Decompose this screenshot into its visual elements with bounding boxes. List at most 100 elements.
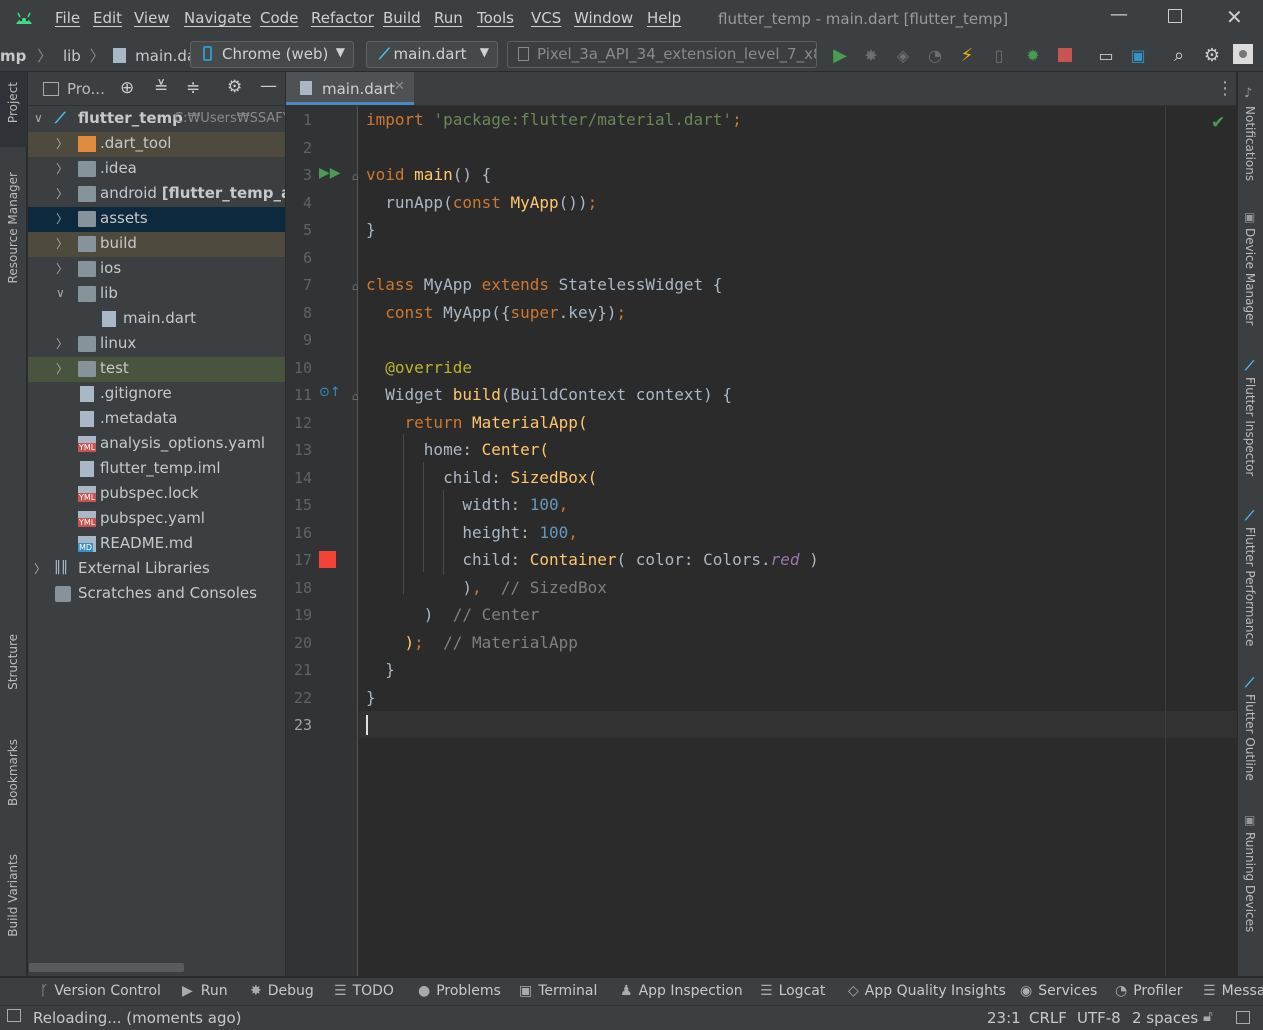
tab-logcat[interactable]: ☰ Logcat xyxy=(760,983,825,999)
tree-item-iml[interactable]: flutter_temp.iml xyxy=(28,457,285,482)
device-selector[interactable]: Chrome (web) ▼ xyxy=(190,41,354,68)
flutter-outline-tab[interactable]: Flutter Outline xyxy=(1243,694,1257,781)
tab-app-inspection[interactable]: ♟ App Inspection xyxy=(620,983,743,999)
bookmarks-tab[interactable]: Bookmarks xyxy=(6,739,20,806)
resource-manager-tab[interactable]: Resource Manager xyxy=(6,172,20,283)
tree-item-build[interactable]: 〉 build xyxy=(28,232,285,257)
hide-panel-icon[interactable]: — xyxy=(260,76,277,96)
build-variants-tab[interactable]: Build Variants xyxy=(6,854,20,937)
menu-window[interactable]: Window xyxy=(574,9,633,27)
close-tab-icon[interactable]: ✕ xyxy=(394,79,405,94)
tree-item-idea[interactable]: 〉 .idea xyxy=(28,157,285,182)
gear-icon[interactable]: ⚙ xyxy=(1201,44,1223,66)
flutter-performance-tab[interactable]: Flutter Performance xyxy=(1243,527,1257,646)
lock-icon[interactable]: 🔓︎ xyxy=(1203,1007,1213,1025)
menu-help[interactable]: Help xyxy=(647,9,681,27)
indent-setting[interactable]: 2 spaces xyxy=(1132,1009,1198,1027)
notifications-tab[interactable]: Notifications xyxy=(1243,106,1257,181)
tree-item-android[interactable]: 〉 android [flutter_temp_andr xyxy=(28,182,285,207)
apply-changes-icon[interactable]: ▯ xyxy=(988,44,1010,66)
panel-toggle-icon[interactable] xyxy=(7,1009,21,1022)
tree-item-metadata[interactable]: .metadata xyxy=(28,407,285,432)
tree-item-dart-tool[interactable]: 〉 .dart_tool xyxy=(28,132,285,157)
project-tool-tab[interactable]: Project xyxy=(0,72,27,147)
device-manager-tab[interactable]: Device Manager xyxy=(1243,228,1257,325)
tab-todo[interactable]: ☰ TODO xyxy=(334,983,394,999)
tree-item-test[interactable]: 〉 test xyxy=(28,357,285,382)
attach-debugger-icon[interactable]: ✹ xyxy=(1022,44,1044,66)
menu-code[interactable]: Code xyxy=(260,9,298,27)
account-avatar[interactable] xyxy=(1233,44,1253,64)
debug-icon[interactable]: ✸ xyxy=(860,44,882,66)
tree-item-lib[interactable]: ∨ lib xyxy=(28,282,285,307)
run-config-selector[interactable]: ⟋ main.dart ▼ xyxy=(366,41,498,68)
breadcrumb-project[interactable]: mp xyxy=(0,47,26,65)
tab-version-control[interactable]: ᚴ Version Control xyxy=(40,983,161,999)
tree-item-external-libraries[interactable]: 〉 ‖‖ External Libraries xyxy=(28,557,285,582)
more-options-icon[interactable]: ⋮ xyxy=(1216,78,1234,99)
run-icon[interactable]: ▶ xyxy=(829,44,851,66)
tree-item-analysis-options[interactable]: YML analysis_options.yaml xyxy=(28,432,285,457)
file-encoding[interactable]: UTF-8 xyxy=(1077,1009,1121,1027)
hot-reload-icon[interactable]: ⚡ xyxy=(956,44,978,66)
fold-icon[interactable]: ⌂ xyxy=(352,280,359,293)
tree-item-main-dart[interactable]: main.dart xyxy=(28,307,285,332)
flutter-inspector-tab[interactable]: Flutter Inspector xyxy=(1243,377,1257,476)
menu-tools[interactable]: Tools xyxy=(477,9,514,27)
tab-messages[interactable]: ☰ Messa xyxy=(1203,983,1263,999)
collapse-all-icon[interactable]: ≑ xyxy=(186,78,200,98)
tree-root[interactable]: ∨ ⟋ flutter_temp C:₩Users₩SSAFY xyxy=(28,107,285,132)
menu-build[interactable]: Build xyxy=(383,9,421,27)
locate-icon[interactable]: ⊕ xyxy=(120,78,134,98)
tab-profiler[interactable]: ◔ Profiler xyxy=(1115,983,1183,999)
expand-all-icon[interactable]: ≚ xyxy=(154,78,168,98)
fold-icon[interactable]: ⌂ xyxy=(352,170,359,183)
menu-view[interactable]: View xyxy=(134,9,170,27)
tree-item-linux[interactable]: 〉 linux xyxy=(28,332,285,357)
tree-item-scratches[interactable]: Scratches and Consoles xyxy=(28,582,285,607)
maximize-icon[interactable] xyxy=(1168,9,1182,23)
running-devices-tab[interactable]: Running Devices xyxy=(1243,832,1257,932)
line-separator[interactable]: CRLF xyxy=(1029,1009,1067,1027)
code-line-20: ); // MaterialApp xyxy=(366,633,578,652)
stop-icon[interactable] xyxy=(1054,44,1076,66)
tab-terminal[interactable]: ▣ Terminal xyxy=(519,983,597,999)
tree-item-assets[interactable]: 〉 assets xyxy=(28,207,285,232)
tab-main-dart[interactable]: main.dart ✕ xyxy=(286,72,414,105)
search-icon[interactable]: ⌕ xyxy=(1168,44,1190,66)
tab-debug[interactable]: ✸ Debug xyxy=(250,983,314,999)
minimize-icon[interactable]: — xyxy=(1110,4,1128,25)
caret-position[interactable]: 23:1 xyxy=(987,1009,1021,1027)
run-main-icon[interactable]: ▶▶ xyxy=(319,165,341,181)
close-icon[interactable]: ✕ xyxy=(1226,5,1243,29)
tree-item-pubspec-lock[interactable]: YML pubspec.lock xyxy=(28,482,285,507)
device-mirror-icon[interactable]: ▭ xyxy=(1095,44,1117,66)
memory-indicator-icon[interactable] xyxy=(1236,1011,1250,1024)
color-preview-red[interactable] xyxy=(319,551,336,568)
tree-item-ios[interactable]: 〉 ios xyxy=(28,257,285,282)
tree-item-readme[interactable]: MD README.md xyxy=(28,532,285,557)
tab-services[interactable]: ◉ Services xyxy=(1020,983,1097,999)
tab-run[interactable]: ▶ Run xyxy=(182,983,228,999)
sdk-manager-icon[interactable]: ▣ xyxy=(1127,44,1149,66)
structure-tab[interactable]: Structure xyxy=(6,634,20,690)
project-view-selector[interactable]: Pro... xyxy=(67,80,105,98)
tree-item-pubspec-yaml[interactable]: YML pubspec.yaml xyxy=(28,507,285,532)
override-icon[interactable]: ⊙↑ xyxy=(319,385,341,400)
menu-vcs[interactable]: VCS xyxy=(531,9,561,27)
breadcrumb-lib[interactable]: lib xyxy=(63,47,81,65)
horizontal-scrollbar[interactable] xyxy=(29,963,184,972)
menu-navigate[interactable]: Navigate xyxy=(184,9,251,27)
fold-icon[interactable]: ⌂ xyxy=(352,390,359,403)
menu-edit[interactable]: Edit xyxy=(93,9,122,27)
tab-app-quality-insights[interactable]: ◇ App Quality Insights xyxy=(848,983,1006,999)
menu-run[interactable]: Run xyxy=(434,9,463,27)
menu-refactor[interactable]: Refactor xyxy=(311,9,374,27)
emulator-selector[interactable]: Pixel_3a_API_34_extension_level_7_x86... xyxy=(507,41,817,68)
profile-icon[interactable]: ◔ xyxy=(924,44,946,66)
tab-problems[interactable]: ● Problems xyxy=(418,983,501,999)
tree-item-gitignore[interactable]: .gitignore xyxy=(28,382,285,407)
coverage-icon[interactable]: ◈ xyxy=(892,44,914,66)
menu-file[interactable]: File xyxy=(55,9,80,27)
gear-icon[interactable]: ⚙ xyxy=(227,77,242,97)
